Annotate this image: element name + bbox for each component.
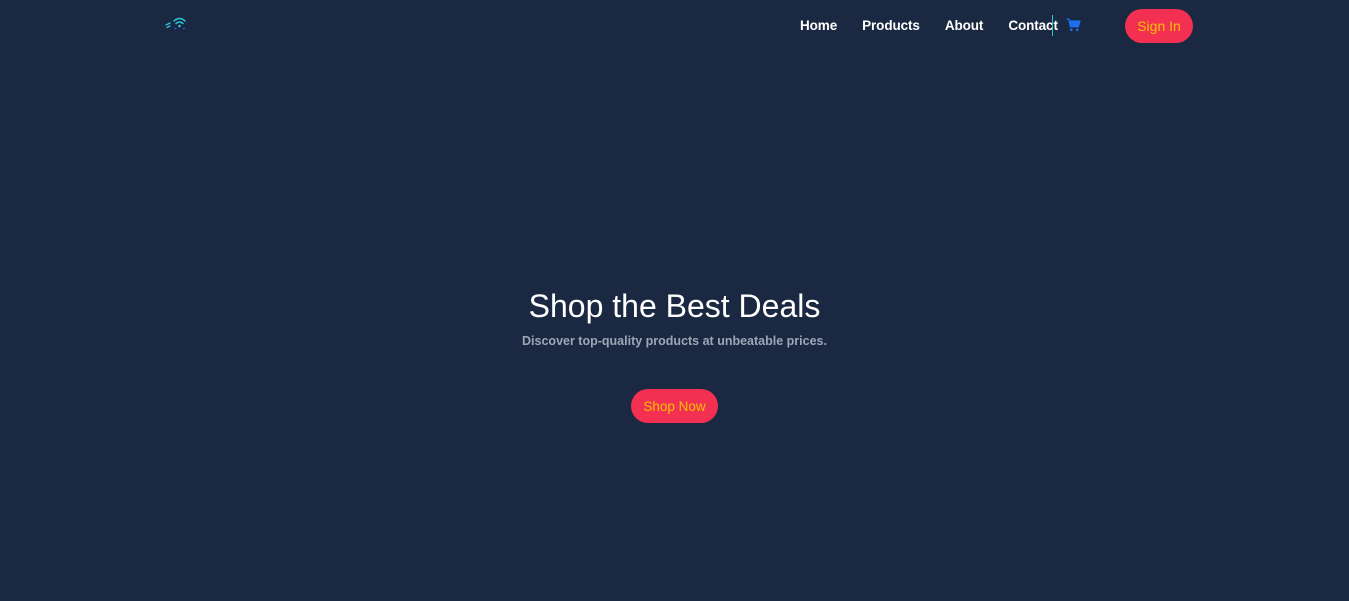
top-navbar: Home Products About Contact Sign In	[0, 0, 1349, 50]
nav-link-about[interactable]: About	[945, 17, 984, 35]
nav-link-home[interactable]: Home	[800, 17, 837, 35]
hero-title: Shop the Best Deals	[528, 288, 821, 324]
sign-in-button[interactable]: Sign In	[1125, 9, 1193, 43]
wifi-logo-icon[interactable]	[165, 16, 189, 32]
hero-subtitle: Discover top-quality products at unbeata…	[522, 334, 827, 348]
shopping-cart-icon[interactable]	[1066, 18, 1081, 32]
shop-now-button[interactable]: Shop Now	[631, 389, 718, 423]
hero-section: Shop the Best Deals Discover top-quality…	[0, 0, 1349, 601]
nav-link-contact[interactable]: Contact	[1008, 17, 1058, 35]
nav-link-products[interactable]: Products	[862, 17, 920, 35]
nav-divider	[1052, 15, 1053, 36]
main-nav: Home Products About Contact	[800, 17, 1069, 35]
